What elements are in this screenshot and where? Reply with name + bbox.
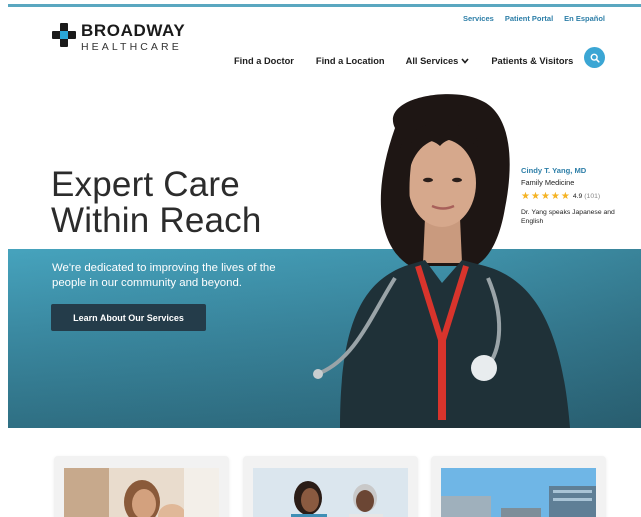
content-card[interactable] [54,456,229,517]
star-icon: ★ [530,191,540,202]
learn-about-services-button[interactable]: Learn About Our Services [51,304,206,331]
content-card[interactable] [431,456,606,517]
doctor-rating: ★ ★ ★ ★ ★ 4.9 (101) [521,192,621,202]
doctor-languages: Dr. Yang speaks Japanese and English [521,209,615,225]
nav-all-services[interactable]: All Services [406,56,470,66]
nav-find-a-doctor[interactable]: Find a Doctor [234,56,294,66]
card-image-nurse-patient [253,468,408,517]
utility-nav: Services Patient Portal En Español [463,14,605,23]
content-card[interactable] [243,456,418,517]
utility-link-patient-portal[interactable]: Patient Portal [505,14,553,23]
logo[interactable]: BROADWAY HEALTHCARE [52,22,185,53]
hero-title-line-1: Expert Care [51,165,240,204]
hero-title-line-2: Within Reach [51,201,262,240]
star-icon: ★ [521,191,530,202]
star-icon: ★ [550,191,560,202]
logo-subtitle: HEALTHCARE [81,41,182,53]
main-nav: Find a Doctor Find a Location All Servic… [234,56,573,66]
doctor-name[interactable]: Cindy T. Yang, MD [521,166,621,176]
doctor-info-card[interactable]: Cindy T. Yang, MD Family Medicine ★ ★ ★ … [521,166,621,226]
top-accent-stripe [8,4,641,7]
card-image-hospital-building [441,468,596,517]
search-icon [590,53,600,63]
rating-value: 4.9 [572,193,583,200]
rating-count: (101) [584,193,601,200]
doctor-specialty: Family Medicine [521,178,575,187]
nav-find-a-location[interactable]: Find a Location [316,56,385,66]
page: BROADWAY HEALTHCARE Services Patient Por… [0,0,641,517]
nav-all-services-label: All Services [405,56,459,66]
card-image-mother-child [64,468,219,517]
hero-subtitle: We're dedicated to improving the lives o… [52,262,276,289]
nav-patients-visitors[interactable]: Patients & Visitors [491,56,573,66]
search-button[interactable] [584,47,605,68]
star-icon: ★ [560,191,570,202]
star-icon: ★ [540,191,550,202]
utility-link-en-espanol[interactable]: En Español [564,14,605,23]
chevron-down-icon [461,57,469,66]
doctor-photo [313,94,570,428]
utility-link-services[interactable]: Services [463,14,494,23]
hero-title: Expert Care Within Reach [51,167,262,239]
logo-name: BROADWAY [81,21,186,40]
cross-logo-icon [52,23,76,47]
